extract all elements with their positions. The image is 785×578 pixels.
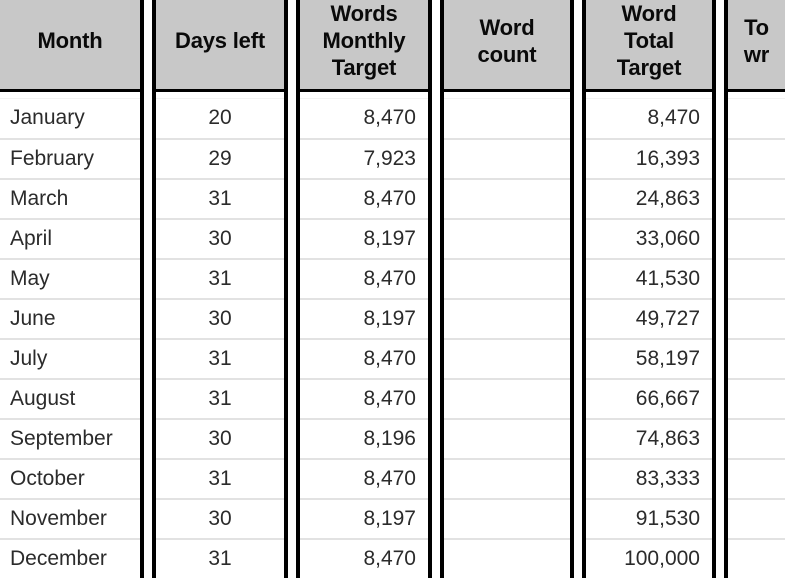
table-cell-month[interactable]: August <box>0 380 140 420</box>
table-cell-words_written[interactable] <box>728 180 785 220</box>
table-cell-words_written[interactable] <box>728 460 785 500</box>
column-header-label-month: Month <box>37 28 103 54</box>
table-cell-month[interactable]: February <box>0 140 140 180</box>
table-cell-monthly_target[interactable]: 8,197 <box>300 500 428 540</box>
table-cell-words_written[interactable] <box>728 540 785 578</box>
table-cell-total_target[interactable]: 24,863 <box>586 180 712 220</box>
table-cell-days_left[interactable]: 31 <box>156 340 284 380</box>
column-body-month: January February March April May June July Augu… <box>0 98 140 578</box>
table-cell-total_target[interactable]: 16,393 <box>586 140 712 180</box>
column-word_count: Word count <box>440 0 574 578</box>
table-cell-month[interactable]: September <box>0 420 140 460</box>
table-cell-words_written[interactable] <box>728 500 785 540</box>
spreadsheet-table: Month January February March April May June Jul… <box>0 0 785 578</box>
table-cell-word_count[interactable] <box>444 460 570 500</box>
table-cell-days_left[interactable]: 30 <box>156 500 284 540</box>
column-header-words_written[interactable]: To wr <box>728 0 785 92</box>
table-cell-total_target[interactable]: 91,530 <box>586 500 712 540</box>
table-cell-monthly_target[interactable]: 8,470 <box>300 340 428 380</box>
column-monthly_target: Words Monthly Target 8,470 7,923 8,470 8,197… <box>296 0 432 578</box>
table-cell-days_left[interactable]: 31 <box>156 260 284 300</box>
table-cell-words_written[interactable] <box>728 260 785 300</box>
table-cell-monthly_target[interactable]: 8,470 <box>300 180 428 220</box>
table-cell-month[interactable]: July <box>0 340 140 380</box>
column-header-days_left[interactable]: Days left <box>156 0 284 92</box>
column-days_left: Days left 20 29 31 30 31 30 31 31 30 31 30 31 <box>152 0 288 578</box>
table-cell-word_count[interactable] <box>444 180 570 220</box>
table-cell-month[interactable]: December <box>0 540 140 578</box>
table-cell-word_count[interactable] <box>444 380 570 420</box>
table-cell-word_count[interactable] <box>444 98 570 140</box>
table-cell-monthly_target[interactable]: 8,470 <box>300 98 428 140</box>
table-cell-word_count[interactable] <box>444 420 570 460</box>
table-cell-monthly_target[interactable]: 7,923 <box>300 140 428 180</box>
table-cell-total_target[interactable]: 83,333 <box>586 460 712 500</box>
table-cell-days_left[interactable]: 30 <box>156 220 284 260</box>
column-header-total_target[interactable]: Word Total Target <box>586 0 712 92</box>
column-header-label-monthly_target: Words Monthly Target <box>322 1 406 80</box>
column-body-total_target: 8,470 16,393 24,863 33,060 41,530 49,727 58,19… <box>586 98 712 578</box>
table-cell-monthly_target[interactable]: 8,470 <box>300 460 428 500</box>
table-cell-word_count[interactable] <box>444 300 570 340</box>
table-cell-month[interactable]: November <box>0 500 140 540</box>
table-cell-words_written[interactable] <box>728 340 785 380</box>
table-cell-days_left[interactable]: 31 <box>156 460 284 500</box>
table-cell-monthly_target[interactable]: 8,197 <box>300 220 428 260</box>
table-cell-word_count[interactable] <box>444 220 570 260</box>
table-cell-total_target[interactable]: 33,060 <box>586 220 712 260</box>
table-cell-words_written[interactable] <box>728 420 785 460</box>
table-cell-monthly_target[interactable]: 8,196 <box>300 420 428 460</box>
table-cell-total_target[interactable]: 74,863 <box>586 420 712 460</box>
column-header-label-days_left: Days left <box>175 28 265 54</box>
table-cell-word_count[interactable] <box>444 540 570 578</box>
table-cell-days_left[interactable]: 30 <box>156 420 284 460</box>
column-body-word_count <box>444 98 570 578</box>
column-header-label-word_count: Word count <box>477 14 537 67</box>
column-month: Month January February March April May June Jul… <box>0 0 144 578</box>
column-body-monthly_target: 8,470 7,923 8,470 8,197 8,470 8,197 8,470 8,470… <box>300 98 428 578</box>
table-cell-month[interactable]: June <box>0 300 140 340</box>
table-cell-month[interactable]: October <box>0 460 140 500</box>
table-cell-word_count[interactable] <box>444 340 570 380</box>
table-cell-words_written[interactable] <box>728 98 785 140</box>
table-cell-days_left[interactable]: 31 <box>156 380 284 420</box>
column-header-label-total_target: Word Total Target <box>616 1 682 80</box>
table-cell-days_left[interactable]: 30 <box>156 300 284 340</box>
table-cell-word_count[interactable] <box>444 260 570 300</box>
table-cell-total_target[interactable]: 41,530 <box>586 260 712 300</box>
table-cell-word_count[interactable] <box>444 140 570 180</box>
column-header-label-words_written: To wr <box>743 14 770 67</box>
table-cell-month[interactable]: April <box>0 220 140 260</box>
table-cell-month[interactable]: January <box>0 98 140 140</box>
table-cell-words_written[interactable] <box>728 300 785 340</box>
table-cell-monthly_target[interactable]: 8,470 <box>300 380 428 420</box>
column-body-days_left: 20 29 31 30 31 30 31 31 30 31 30 31 <box>156 98 284 578</box>
table-cell-days_left[interactable]: 20 <box>156 98 284 140</box>
table-cell-monthly_target[interactable]: 8,197 <box>300 300 428 340</box>
table-cell-days_left[interactable]: 29 <box>156 140 284 180</box>
table-cell-total_target[interactable]: 100,000 <box>586 540 712 578</box>
table-cell-words_written[interactable] <box>728 380 785 420</box>
column-header-month[interactable]: Month <box>0 0 140 92</box>
table-cell-total_target[interactable]: 49,727 <box>586 300 712 340</box>
column-header-monthly_target[interactable]: Words Monthly Target <box>300 0 428 92</box>
table-cell-total_target[interactable]: 58,197 <box>586 340 712 380</box>
table-cell-total_target[interactable]: 8,470 <box>586 98 712 140</box>
table-cell-monthly_target[interactable]: 8,470 <box>300 540 428 578</box>
table-cell-word_count[interactable] <box>444 500 570 540</box>
table-cell-total_target[interactable]: 66,667 <box>586 380 712 420</box>
table-cell-month[interactable]: March <box>0 180 140 220</box>
table-cell-days_left[interactable]: 31 <box>156 540 284 578</box>
table-cell-words_written[interactable] <box>728 140 785 180</box>
table-cell-monthly_target[interactable]: 8,470 <box>300 260 428 300</box>
table-cell-words_written[interactable] <box>728 220 785 260</box>
column-header-word_count[interactable]: Word count <box>444 0 570 92</box>
column-words_written: To wr <box>724 0 785 578</box>
table-cell-days_left[interactable]: 31 <box>156 180 284 220</box>
column-total_target: Word Total Target 8,470 16,393 24,863 33,060… <box>582 0 716 578</box>
table-cell-month[interactable]: May <box>0 260 140 300</box>
column-body-words_written <box>728 98 785 578</box>
